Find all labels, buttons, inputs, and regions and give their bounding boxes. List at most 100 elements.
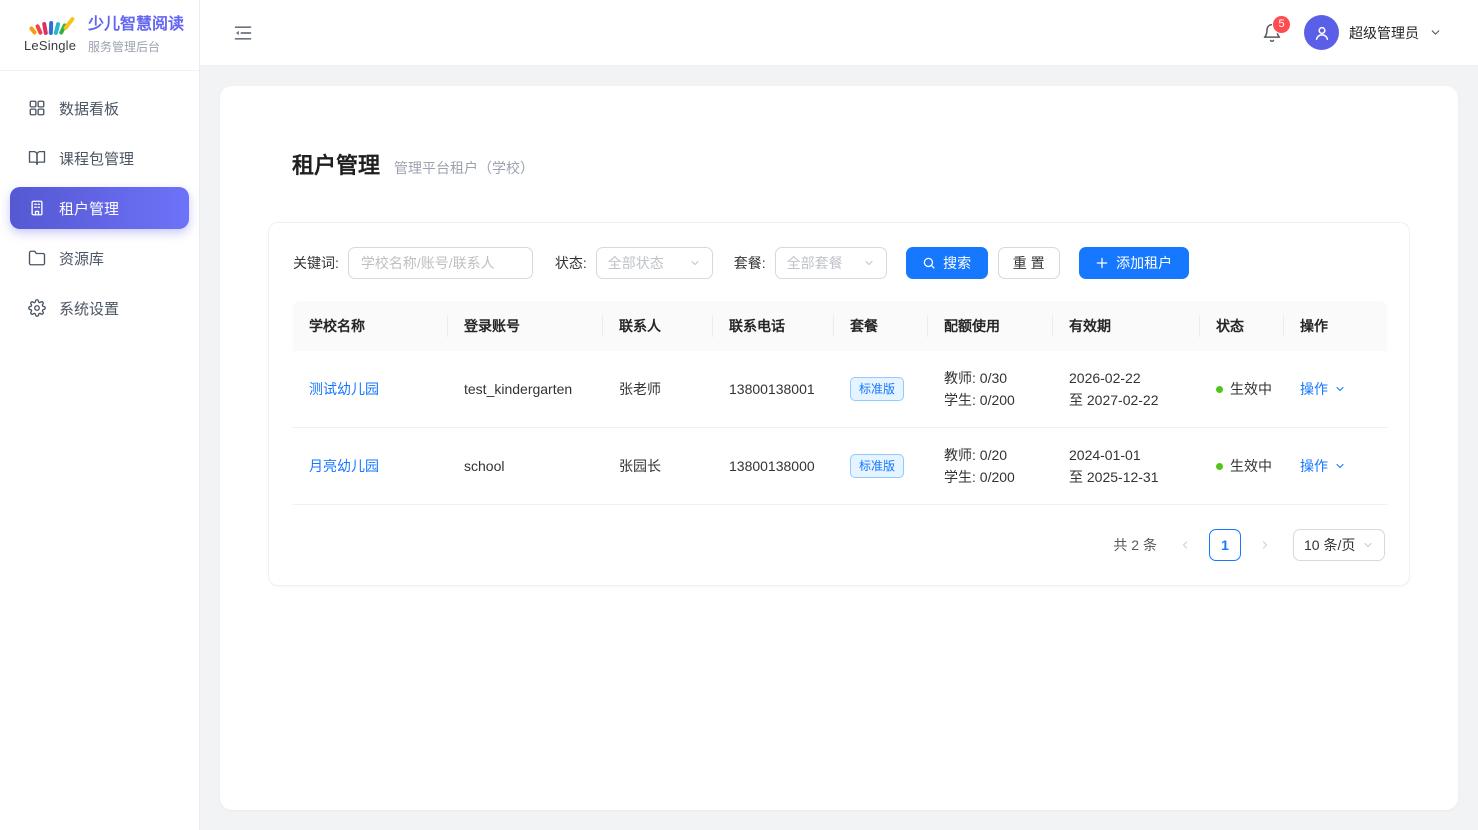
topbar: 5 超级管理员 [200, 0, 1478, 66]
add-tenant-button[interactable]: 添加租户 [1079, 247, 1189, 279]
col-phone: 联系电话 [713, 301, 834, 351]
main-content: 租户管理 管理平台租户（学校） 关键词: 状态: 全部状态 套餐: [200, 66, 1478, 830]
phone-cell: 13800138001 [713, 351, 834, 428]
sidebar-item-label: 系统设置 [59, 298, 119, 319]
pagination-page-1[interactable]: 1 [1209, 529, 1241, 561]
tenant-card: 租户管理 管理平台租户（学校） 关键词: 状态: 全部状态 套餐: [220, 86, 1458, 810]
chevron-down-icon [1334, 383, 1346, 395]
sidebar-collapse-icon[interactable] [233, 23, 253, 43]
reset-button-label: 重 置 [1013, 253, 1045, 273]
brand-logo-text: LeSingle [24, 38, 76, 53]
sidebar-item-label: 课程包管理 [59, 148, 134, 169]
col-login-account: 登录账号 [448, 301, 603, 351]
add-tenant-button-label: 添加租户 [1116, 253, 1172, 273]
pagination-total: 共 2 条 [1113, 535, 1157, 555]
gear-icon [28, 299, 46, 317]
page-title: 租户管理 [292, 148, 380, 180]
school-link[interactable]: 测试幼儿园 [309, 381, 379, 397]
plan-label: 套餐: [734, 253, 766, 273]
page-size-value: 10 条/页 [1304, 535, 1355, 555]
col-school-name: 学校名称 [293, 301, 448, 351]
page-size-select[interactable]: 10 条/页 [1293, 529, 1385, 561]
chevron-down-icon [1429, 26, 1442, 39]
sidebar-menu: 数据看板 课程包管理 租户管理 资源库 系统设置 [0, 71, 199, 337]
col-contact: 联系人 [603, 301, 713, 351]
quota-cell: 教师: 0/30 学生: 0/200 [928, 351, 1053, 428]
plan-select-value: 全部套餐 [787, 253, 843, 273]
col-quota: 配额使用 [928, 301, 1053, 351]
keyword-input[interactable] [348, 247, 533, 279]
chevron-down-icon [689, 257, 701, 269]
keyword-label: 关键词: [293, 253, 339, 273]
status-badge: 生效中 [1216, 378, 1272, 400]
sidebar-item-course-packages[interactable]: 课程包管理 [10, 137, 189, 179]
sidebar-item-settings[interactable]: 系统设置 [10, 287, 189, 329]
sidebar-item-label: 租户管理 [59, 198, 119, 219]
account-cell: school [448, 428, 603, 505]
brand-logo: LeSingle [24, 17, 76, 53]
chevron-down-icon [863, 257, 875, 269]
contact-cell: 张园长 [603, 428, 713, 505]
table-row: 月亮幼儿园 school 张园长 13800138000 标准版 教师: 0/2… [293, 428, 1387, 505]
pagination: 共 2 条 1 10 条/页 [293, 529, 1385, 561]
status-select[interactable]: 全部状态 [596, 247, 713, 279]
table-row: 测试幼儿园 test_kindergarten 张老师 13800138001 … [293, 351, 1387, 428]
phone-cell: 13800138000 [713, 428, 834, 505]
col-status: 状态 [1200, 301, 1284, 351]
row-actions-label: 操作 [1300, 455, 1328, 477]
quota-cell: 教师: 0/20 学生: 0/200 [928, 428, 1053, 505]
brand-subtitle: 服务管理后台 [88, 38, 184, 55]
search-icon [922, 256, 936, 270]
sidebar-item-tenants[interactable]: 租户管理 [10, 187, 189, 229]
filter-bar: 关键词: 状态: 全部状态 套餐: 全部套餐 [293, 247, 1385, 279]
logo-bars-icon [28, 17, 72, 37]
dashboard-icon [28, 99, 46, 117]
status-dot-icon [1216, 386, 1223, 393]
account-cell: test_kindergarten [448, 351, 603, 428]
validity-cell: 2024-01-01 至 2025-12-31 [1053, 428, 1200, 505]
validity-cell: 2026-02-22 至 2027-02-22 [1053, 351, 1200, 428]
plan-select[interactable]: 全部套餐 [775, 247, 887, 279]
status-select-value: 全部状态 [608, 253, 664, 273]
col-validity: 有效期 [1053, 301, 1200, 351]
school-link[interactable]: 月亮幼儿园 [309, 458, 379, 474]
tenant-table: 学校名称 登录账号 联系人 联系电话 套餐 配额使用 有效期 状态 操作 [293, 301, 1387, 505]
status-dot-icon [1216, 463, 1223, 470]
plus-icon [1095, 256, 1109, 270]
pagination-prev-icon[interactable] [1171, 529, 1199, 561]
row-actions-label: 操作 [1300, 378, 1328, 400]
sidebar-item-dashboard[interactable]: 数据看板 [10, 87, 189, 129]
status-label: 状态: [555, 253, 587, 273]
notification-badge: 5 [1272, 15, 1291, 34]
user-name: 超级管理员 [1349, 23, 1419, 43]
sidebar-item-label: 数据看板 [59, 98, 119, 119]
avatar [1304, 15, 1339, 50]
contact-cell: 张老师 [603, 351, 713, 428]
chevron-down-icon [1362, 539, 1374, 551]
col-plan: 套餐 [834, 301, 928, 351]
chevron-down-icon [1334, 460, 1346, 472]
notification-bell-icon[interactable]: 5 [1262, 23, 1282, 43]
user-menu[interactable]: 超级管理员 [1304, 15, 1442, 50]
row-actions-dropdown[interactable]: 操作 [1300, 378, 1346, 400]
sidebar-item-resources[interactable]: 资源库 [10, 237, 189, 279]
tenant-panel: 关键词: 状态: 全部状态 套餐: 全部套餐 [268, 222, 1410, 586]
folder-icon [28, 249, 46, 267]
page-subtitle: 管理平台租户（学校） [394, 158, 534, 178]
brand-title: 少儿智慧阅读 [88, 15, 184, 36]
table-header-row: 学校名称 登录账号 联系人 联系电话 套餐 配额使用 有效期 状态 操作 [293, 301, 1387, 351]
plan-tag: 标准版 [850, 454, 904, 478]
reset-button[interactable]: 重 置 [998, 247, 1060, 279]
book-icon [28, 149, 46, 167]
building-icon [28, 199, 46, 217]
search-button-label: 搜索 [943, 253, 971, 273]
status-badge: 生效中 [1216, 455, 1272, 477]
row-actions-dropdown[interactable]: 操作 [1300, 455, 1346, 477]
sidebar: LeSingle 少儿智慧阅读 服务管理后台 数据看板 课程包管理 租户管理 [0, 0, 200, 830]
brand-block: LeSingle 少儿智慧阅读 服务管理后台 [0, 0, 199, 71]
plan-tag: 标准版 [850, 377, 904, 401]
col-actions: 操作 [1284, 301, 1387, 351]
search-button[interactable]: 搜索 [906, 247, 988, 279]
sidebar-item-label: 资源库 [59, 248, 104, 269]
pagination-next-icon[interactable] [1251, 529, 1279, 561]
